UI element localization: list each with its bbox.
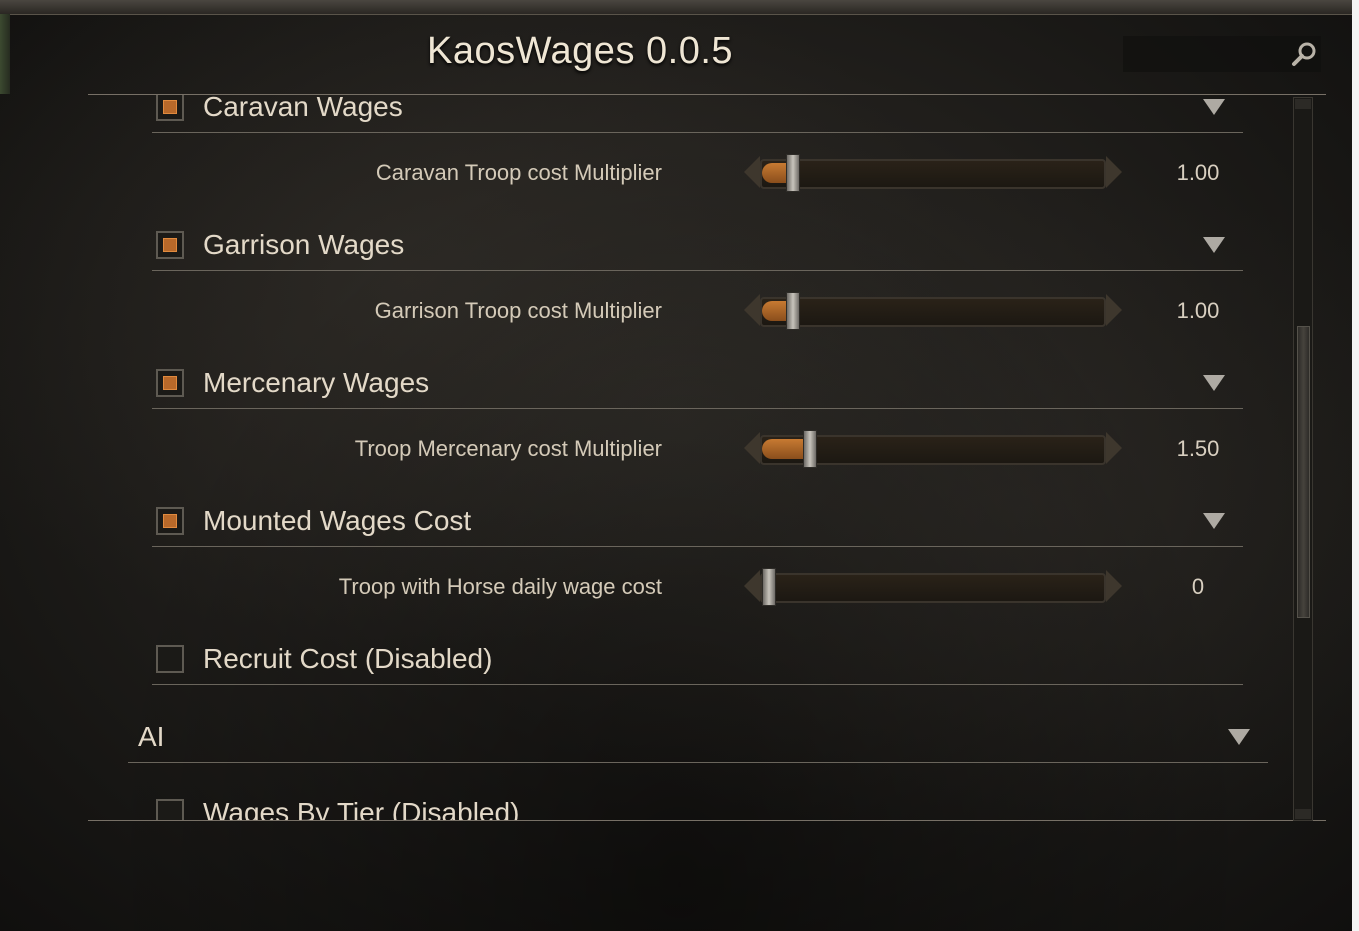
group-label: Garrison Wages	[203, 229, 405, 260]
setting-label: Garrison Troop cost Multiplier	[374, 298, 662, 323]
group-label: Mercenary Wages	[203, 367, 430, 398]
window-right-edge	[1352, 0, 1359, 931]
recruit-cost-checkbox[interactable]	[156, 645, 184, 673]
slider-handle[interactable]	[762, 568, 776, 606]
slider-handle[interactable]	[785, 292, 800, 330]
divider	[152, 684, 1243, 685]
group-label: Mounted Wages Cost	[203, 505, 472, 536]
group-wages-by-tier[interactable]: Wages By Tier (Disabled)	[88, 793, 1293, 820]
troop-mercenary-cost-slider[interactable]	[744, 429, 1122, 469]
wages-by-tier-checkbox[interactable]	[156, 799, 184, 820]
setting-garrison-troop-cost: Garrison Troop cost Multiplier 1.00	[88, 291, 1293, 331]
slider-right-cap	[1106, 432, 1122, 464]
panel-bottom-divider	[88, 820, 1326, 821]
setting-caravan-troop-cost: Caravan Troop cost Multiplier 1.00	[88, 153, 1293, 193]
checkbox-checked-mark	[163, 376, 177, 390]
mercenary-wages-checkbox[interactable]	[156, 369, 184, 397]
slider-left-cap	[744, 432, 760, 464]
mounted-wages-checkbox[interactable]	[156, 507, 184, 535]
chevron-down-icon[interactable]	[1203, 237, 1225, 253]
chevron-down-icon[interactable]	[1203, 99, 1225, 115]
group-recruit-cost[interactable]: Recruit Cost (Disabled)	[88, 637, 1293, 685]
slider-left-cap	[744, 570, 760, 602]
scrollbar-bottom-cap	[1295, 809, 1311, 819]
checkbox-checked-mark	[163, 238, 177, 252]
caravan-wages-checkbox[interactable]	[156, 95, 184, 121]
slider-track[interactable]	[760, 159, 1106, 189]
group-mercenary-wages[interactable]: Mercenary Wages	[88, 361, 1293, 409]
page-title: KaosWages 0.0.5	[426, 30, 734, 72]
chevron-down-icon[interactable]	[1228, 729, 1250, 745]
divider	[152, 270, 1243, 271]
setting-troop-mercenary-cost: Troop Mercenary cost Multiplier 1.50	[88, 429, 1293, 469]
divider	[152, 408, 1243, 409]
slider-fill	[762, 439, 808, 459]
slider-track[interactable]	[760, 573, 1106, 603]
garrison-troop-cost-slider[interactable]	[744, 291, 1122, 331]
slider-track[interactable]	[760, 297, 1106, 327]
scrollbar-top-cap	[1295, 99, 1311, 109]
group-garrison-wages[interactable]: Garrison Wages	[88, 223, 1293, 271]
checkbox-checked-mark	[163, 100, 177, 114]
section-ai[interactable]: AI	[88, 715, 1293, 763]
section-label: AI	[138, 721, 165, 752]
search-icon[interactable]	[1291, 40, 1319, 68]
setting-label: Troop with Horse daily wage cost	[338, 574, 662, 599]
slider-right-cap	[1106, 570, 1122, 602]
slider-left-cap	[744, 294, 760, 326]
garrison-wages-checkbox[interactable]	[156, 231, 184, 259]
scrollbar-thumb[interactable]	[1297, 326, 1310, 618]
group-mounted-wages-cost[interactable]: Mounted Wages Cost	[88, 499, 1293, 547]
setting-label: Troop Mercenary cost Multiplier	[354, 436, 662, 461]
window-top-frame	[0, 0, 1352, 15]
slider-right-cap	[1106, 294, 1122, 326]
slider-right-cap	[1106, 156, 1122, 188]
divider	[152, 546, 1243, 547]
checkbox-checked-mark	[163, 514, 177, 528]
setting-value: 1.00	[1176, 298, 1220, 323]
group-label: Recruit Cost (Disabled)	[203, 643, 493, 674]
slider-handle[interactable]	[803, 430, 818, 468]
slider-left-cap	[744, 156, 760, 188]
chevron-down-icon[interactable]	[1203, 375, 1225, 391]
divider	[128, 762, 1268, 763]
group-label: Caravan Wages	[203, 95, 403, 122]
group-caravan-wages[interactable]: Caravan Wages	[88, 95, 1293, 133]
search-input[interactable]	[1123, 36, 1321, 72]
setting-value: 0	[1191, 574, 1205, 599]
group-label: Wages By Tier (Disabled)	[203, 797, 520, 820]
horse-daily-wage-slider[interactable]	[744, 567, 1122, 607]
caravan-troop-cost-slider[interactable]	[744, 153, 1122, 193]
chevron-down-icon[interactable]	[1203, 513, 1225, 529]
setting-horse-daily-wage: Troop with Horse daily wage cost 0	[88, 567, 1293, 607]
setting-label: Caravan Troop cost Multiplier	[375, 160, 662, 185]
settings-list[interactable]: Caravan Wages Caravan Troop cost Multipl…	[88, 95, 1293, 820]
divider	[152, 132, 1243, 133]
setting-value: 1.50	[1176, 436, 1220, 461]
slider-handle[interactable]	[785, 154, 800, 192]
setting-value: 1.00	[1176, 160, 1220, 185]
vertical-scrollbar[interactable]	[1293, 97, 1313, 821]
